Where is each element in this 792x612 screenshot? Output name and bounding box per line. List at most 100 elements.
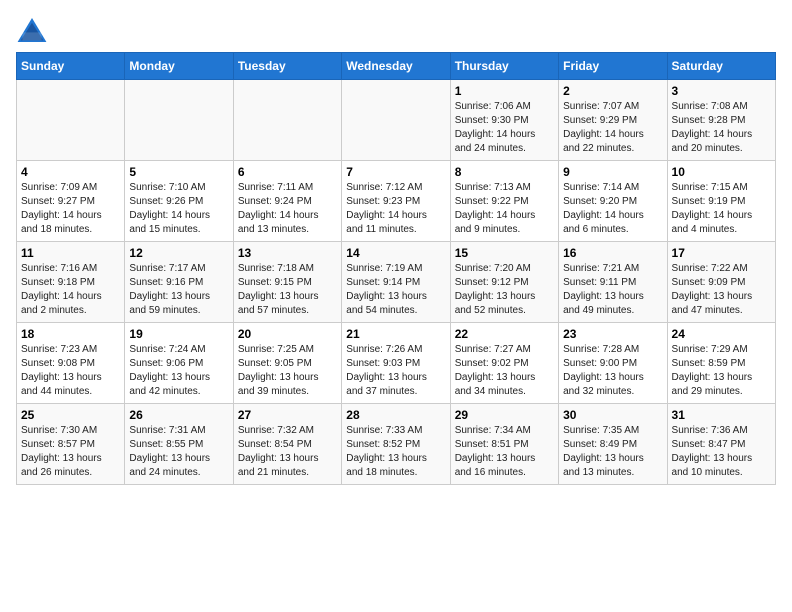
day-info: Sunrise: 7:16 AM Sunset: 9:18 PM Dayligh… — [21, 262, 120, 318]
day-info: Sunrise: 7:07 AM Sunset: 9:29 PM Dayligh… — [563, 100, 662, 156]
calendar-cell: 28 Sunrise: 7:33 AM Sunset: 8:52 PM Dayli… — [342, 404, 450, 485]
day-number: 27 — [238, 408, 337, 422]
day-info: Sunrise: 7:14 AM Sunset: 9:20 PM Dayligh… — [563, 181, 662, 237]
day-info: Sunrise: 7:13 AM Sunset: 9:22 PM Dayligh… — [455, 181, 554, 237]
day-info: Sunrise: 7:08 AM Sunset: 9:28 PM Dayligh… — [672, 100, 771, 156]
day-number: 5 — [129, 165, 228, 179]
day-info: Sunrise: 7:29 AM Sunset: 8:59 PM Dayligh… — [672, 343, 771, 399]
day-number: 7 — [346, 165, 445, 179]
weekday-header: Monday — [125, 53, 233, 80]
calendar-week-row: 18 Sunrise: 7:23 AM Sunset: 9:08 PM Dayli… — [17, 323, 776, 404]
calendar-cell: 29Sunrise: 7:34 AM Sunset: 8:51 PM Dayli… — [450, 404, 558, 485]
calendar-cell: 18 Sunrise: 7:23 AM Sunset: 9:08 PM Dayli… — [17, 323, 125, 404]
calendar-cell: 17 Sunrise: 7:22 AM Sunset: 9:09 PM Dayli… — [667, 242, 775, 323]
calendar-cell: 7 Sunrise: 7:12 AM Sunset: 9:23 PM Daylig… — [342, 161, 450, 242]
calendar-week-row: 1 Sunrise: 7:06 AM Sunset: 9:30 PM Daylig… — [17, 80, 776, 161]
day-number: 20 — [238, 327, 337, 341]
day-info: Sunrise: 7:20 AM Sunset: 9:12 PM Dayligh… — [455, 262, 554, 318]
day-info: Sunrise: 7:21 AM Sunset: 9:11 PM Dayligh… — [563, 262, 662, 318]
logo — [16, 16, 52, 44]
day-number: 18 — [21, 327, 120, 341]
calendar-cell: 30Sunrise: 7:35 AM Sunset: 8:49 PM Dayli… — [559, 404, 667, 485]
calendar-cell — [125, 80, 233, 161]
day-number: 31 — [672, 408, 771, 422]
calendar-cell: 1 Sunrise: 7:06 AM Sunset: 9:30 PM Daylig… — [450, 80, 558, 161]
day-number: 21 — [346, 327, 445, 341]
day-info: Sunrise: 7:36 AM Sunset: 8:47 PM Dayligh… — [672, 424, 771, 480]
day-number: 3 — [672, 84, 771, 98]
weekday-header: Tuesday — [233, 53, 341, 80]
calendar-cell — [233, 80, 341, 161]
calendar-cell: 14Sunrise: 7:19 AM Sunset: 9:14 PM Dayli… — [342, 242, 450, 323]
weekday-header: Friday — [559, 53, 667, 80]
day-number: 28 — [346, 408, 445, 422]
day-info: Sunrise: 7:33 AM Sunset: 8:52 PM Dayligh… — [346, 424, 445, 480]
calendar-cell: 10 Sunrise: 7:15 AM Sunset: 9:19 PM Dayli… — [667, 161, 775, 242]
day-info: Sunrise: 7:10 AM Sunset: 9:26 PM Dayligh… — [129, 181, 228, 237]
calendar-cell: 15 Sunrise: 7:20 AM Sunset: 9:12 PM Dayli… — [450, 242, 558, 323]
page-header — [16, 16, 776, 44]
calendar-week-row: 25 Sunrise: 7:30 AM Sunset: 8:57 PM Dayli… — [17, 404, 776, 485]
logo-icon — [16, 16, 48, 44]
day-number: 30 — [563, 408, 662, 422]
day-info: Sunrise: 7:32 AM Sunset: 8:54 PM Dayligh… — [238, 424, 337, 480]
day-number: 23 — [563, 327, 662, 341]
calendar-cell: 12Sunrise: 7:17 AM Sunset: 9:16 PM Dayli… — [125, 242, 233, 323]
calendar-cell: 4 Sunrise: 7:09 AM Sunset: 9:27 PM Daylig… — [17, 161, 125, 242]
weekday-header: Sunday — [17, 53, 125, 80]
calendar-cell: 25 Sunrise: 7:30 AM Sunset: 8:57 PM Dayli… — [17, 404, 125, 485]
calendar-cell: 21 Sunrise: 7:26 AM Sunset: 9:03 PM Dayli… — [342, 323, 450, 404]
day-info: Sunrise: 7:18 AM Sunset: 9:15 PM Dayligh… — [238, 262, 337, 318]
weekday-header: Saturday — [667, 53, 775, 80]
day-number: 13 — [238, 246, 337, 260]
calendar-cell: 16 Sunrise: 7:21 AM Sunset: 9:11 PM Dayli… — [559, 242, 667, 323]
day-number: 10 — [672, 165, 771, 179]
day-info: Sunrise: 7:19 AM Sunset: 9:14 PM Dayligh… — [346, 262, 445, 318]
calendar-cell: 19Sunrise: 7:24 AM Sunset: 9:06 PM Dayli… — [125, 323, 233, 404]
day-number: 19 — [129, 327, 228, 341]
day-info: Sunrise: 7:31 AM Sunset: 8:55 PM Dayligh… — [129, 424, 228, 480]
day-number: 15 — [455, 246, 554, 260]
day-info: Sunrise: 7:25 AM Sunset: 9:05 PM Dayligh… — [238, 343, 337, 399]
day-number: 4 — [21, 165, 120, 179]
day-info: Sunrise: 7:27 AM Sunset: 9:02 PM Dayligh… — [455, 343, 554, 399]
day-number: 12 — [129, 246, 228, 260]
day-info: Sunrise: 7:30 AM Sunset: 8:57 PM Dayligh… — [21, 424, 120, 480]
weekday-header: Wednesday — [342, 53, 450, 80]
day-number: 25 — [21, 408, 120, 422]
day-number: 22 — [455, 327, 554, 341]
calendar-week-row: 11 Sunrise: 7:16 AM Sunset: 9:18 PM Dayli… — [17, 242, 776, 323]
day-info: Sunrise: 7:23 AM Sunset: 9:08 PM Dayligh… — [21, 343, 120, 399]
calendar-cell: 31 Sunrise: 7:36 AM Sunset: 8:47 PM Dayli… — [667, 404, 775, 485]
day-number: 26 — [129, 408, 228, 422]
day-number: 16 — [563, 246, 662, 260]
day-number: 17 — [672, 246, 771, 260]
day-info: Sunrise: 7:26 AM Sunset: 9:03 PM Dayligh… — [346, 343, 445, 399]
calendar-cell: 26 Sunrise: 7:31 AM Sunset: 8:55 PM Dayli… — [125, 404, 233, 485]
calendar-cell: 2 Sunrise: 7:07 AM Sunset: 9:29 PM Daylig… — [559, 80, 667, 161]
day-info: Sunrise: 7:15 AM Sunset: 9:19 PM Dayligh… — [672, 181, 771, 237]
day-number: 24 — [672, 327, 771, 341]
day-number: 11 — [21, 246, 120, 260]
day-number: 2 — [563, 84, 662, 98]
calendar-cell — [342, 80, 450, 161]
day-number: 29 — [455, 408, 554, 422]
day-number: 1 — [455, 84, 554, 98]
calendar-cell: 22 Sunrise: 7:27 AM Sunset: 9:02 PM Dayli… — [450, 323, 558, 404]
calendar-cell: 6Sunrise: 7:11 AM Sunset: 9:24 PM Daylig… — [233, 161, 341, 242]
calendar-cell: 13 Sunrise: 7:18 AM Sunset: 9:15 PM Dayli… — [233, 242, 341, 323]
calendar-cell: 20 Sunrise: 7:25 AM Sunset: 9:05 PM Dayli… — [233, 323, 341, 404]
day-info: Sunrise: 7:06 AM Sunset: 9:30 PM Dayligh… — [455, 100, 554, 156]
calendar-cell: 27 Sunrise: 7:32 AM Sunset: 8:54 PM Dayli… — [233, 404, 341, 485]
calendar-cell: 23Sunrise: 7:28 AM Sunset: 9:00 PM Dayli… — [559, 323, 667, 404]
day-info: Sunrise: 7:12 AM Sunset: 9:23 PM Dayligh… — [346, 181, 445, 237]
day-info: Sunrise: 7:22 AM Sunset: 9:09 PM Dayligh… — [672, 262, 771, 318]
calendar-cell: 8 Sunrise: 7:13 AM Sunset: 9:22 PM Daylig… — [450, 161, 558, 242]
calendar-week-row: 4 Sunrise: 7:09 AM Sunset: 9:27 PM Daylig… — [17, 161, 776, 242]
day-number: 9 — [563, 165, 662, 179]
calendar-cell: 24 Sunrise: 7:29 AM Sunset: 8:59 PM Dayli… — [667, 323, 775, 404]
calendar-cell: 9 Sunrise: 7:14 AM Sunset: 9:20 PM Daylig… — [559, 161, 667, 242]
day-number: 8 — [455, 165, 554, 179]
calendar-cell — [17, 80, 125, 161]
day-info: Sunrise: 7:09 AM Sunset: 9:27 PM Dayligh… — [21, 181, 120, 237]
